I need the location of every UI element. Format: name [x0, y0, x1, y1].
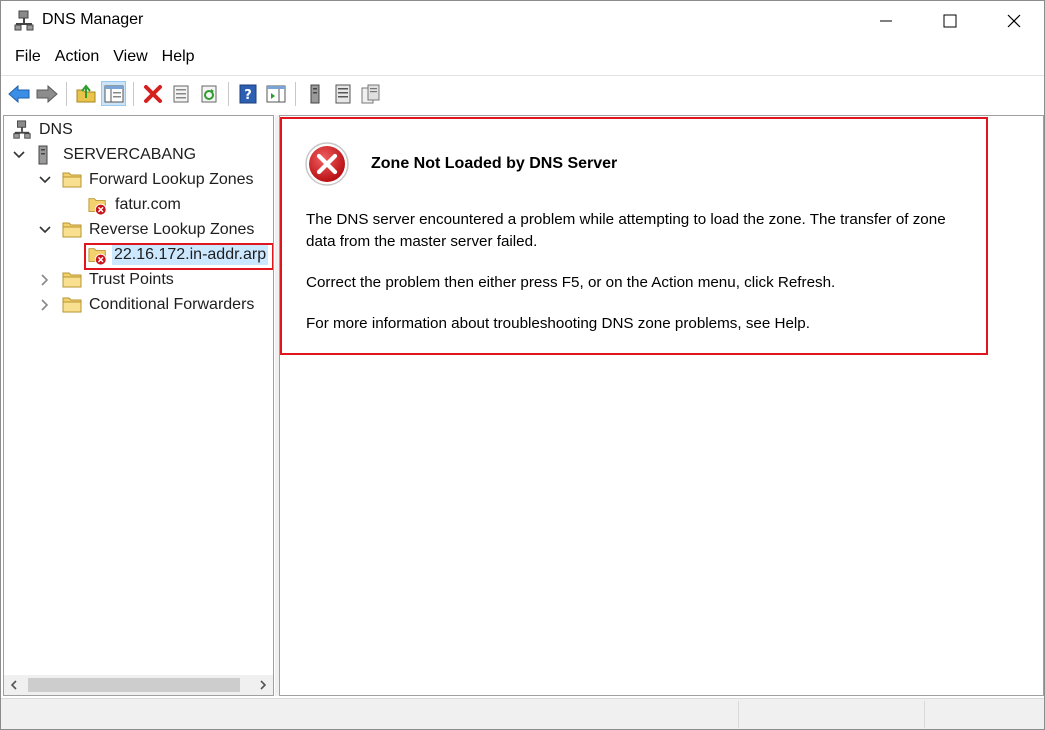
error-icon: [304, 141, 350, 187]
message-line-1: The DNS server encountered a problem whi…: [306, 211, 946, 250]
tree-label: fatur.com: [115, 196, 181, 213]
tree-item-reverse-lookup-zones[interactable]: Reverse Lookup Zones: [38, 218, 254, 242]
tree-item-fatur-com[interactable]: fatur.com: [88, 193, 181, 217]
status-segment: [924, 701, 1044, 728]
toolbar-separator: [295, 81, 296, 106]
tree-item-conditional-forwarders[interactable]: Conditional Forwarders: [38, 293, 254, 317]
toolbar-separator: [66, 81, 67, 106]
minimize-button[interactable]: [863, 1, 909, 41]
back-button[interactable]: [6, 81, 31, 106]
properties-icon: [173, 85, 188, 102]
message-title: Zone Not Loaded by DNS Server: [371, 155, 618, 172]
refresh-icon: [201, 85, 216, 102]
scrollbar-thumb[interactable]: [28, 678, 240, 692]
server-icon: [36, 145, 56, 165]
collapse-chevron-icon[interactable]: [38, 223, 52, 237]
show-action-pane-icon: [266, 85, 285, 102]
tree-label: SERVERCABANG: [63, 146, 197, 163]
scroll-left-icon[interactable]: [4, 675, 24, 695]
toolbar-separator: [133, 81, 134, 106]
forward-button[interactable]: [34, 81, 59, 106]
maximize-icon: [943, 14, 957, 28]
properties-button[interactable]: [168, 81, 193, 106]
delete-icon: [143, 84, 162, 103]
list-button[interactable]: [330, 81, 355, 106]
folder-icon: [62, 295, 82, 315]
tree-item-dns[interactable]: DNS: [12, 118, 73, 142]
status-segment: [738, 701, 924, 728]
menu-bar: File Action View Help: [1, 43, 1044, 71]
expand-chevron-icon[interactable]: [38, 298, 52, 312]
show-hide-tree-icon: [104, 85, 123, 102]
menu-view[interactable]: View: [106, 43, 154, 71]
up-folder-icon: [76, 83, 95, 102]
message-body: The DNS server encountered a problem whi…: [306, 209, 976, 354]
svg-text:?: ?: [244, 88, 252, 103]
tree-label: Conditional Forwarders: [89, 296, 255, 313]
records-button[interactable]: [358, 81, 383, 106]
horizontal-scrollbar[interactable]: [4, 675, 273, 695]
folder-icon: [62, 170, 82, 190]
menu-file[interactable]: File: [8, 43, 48, 71]
close-icon: [1007, 14, 1021, 28]
server-icon: [310, 84, 319, 103]
menu-action[interactable]: Action: [48, 43, 106, 71]
dns-icon: [12, 120, 32, 140]
toolbar-separator: [228, 81, 229, 106]
help-button[interactable]: ?: [235, 81, 260, 106]
tree-label: Forward Lookup Zones: [89, 171, 254, 188]
toolbar: ?: [1, 75, 1044, 111]
list-icon: [335, 84, 350, 103]
menu-help[interactable]: Help: [155, 43, 202, 71]
collapse-chevron-icon[interactable]: [12, 148, 26, 162]
server-button[interactable]: [302, 81, 327, 106]
tree-label: DNS: [39, 121, 73, 138]
dns-manager-window: DNS Manager File Action View Help ? DNS …: [0, 0, 1045, 730]
show-action-pane-button[interactable]: [263, 81, 288, 106]
selection-highlight-box: [84, 243, 273, 270]
tree-label: Reverse Lookup Zones: [89, 221, 255, 238]
help-icon: ?: [239, 84, 256, 103]
tree-label: Trust Points: [89, 271, 174, 288]
show-hide-tree-button[interactable]: [101, 81, 126, 106]
minimize-icon: [880, 20, 892, 22]
back-icon: [7, 84, 29, 103]
scroll-right-icon[interactable]: [253, 675, 273, 695]
forward-icon: [36, 84, 58, 103]
refresh-button[interactable]: [196, 81, 221, 106]
delete-button[interactable]: [140, 81, 165, 106]
expand-chevron-icon[interactable]: [38, 273, 52, 287]
maximize-button[interactable]: [927, 1, 973, 41]
up-one-level-button[interactable]: [73, 81, 98, 106]
close-button[interactable]: [991, 1, 1037, 41]
zone-error-message: Zone Not Loaded by DNS Server The DNS se…: [280, 117, 988, 355]
records-icon: [361, 84, 379, 103]
status-bar: [1, 698, 1044, 729]
title-bar[interactable]: DNS Manager: [1, 1, 1044, 41]
zone-error-icon: [88, 195, 108, 216]
folder-icon: [62, 270, 82, 290]
dns-app-icon: [13, 10, 35, 32]
message-line-2: Correct the problem then either press F5…: [306, 274, 836, 291]
tree-item-server[interactable]: SERVERCABANG: [12, 143, 196, 167]
message-line-3: For more information about troubleshooti…: [306, 315, 810, 332]
console-tree[interactable]: DNS SERVERCABANG Forward Lookup Zones fa…: [3, 115, 274, 696]
folder-icon: [62, 220, 82, 240]
collapse-chevron-icon[interactable]: [38, 173, 52, 187]
window-title: DNS Manager: [42, 11, 144, 28]
tree-item-trust-points[interactable]: Trust Points: [38, 268, 174, 292]
tree-item-forward-lookup-zones[interactable]: Forward Lookup Zones: [38, 168, 254, 192]
results-pane: Zone Not Loaded by DNS Server The DNS se…: [279, 115, 1044, 696]
